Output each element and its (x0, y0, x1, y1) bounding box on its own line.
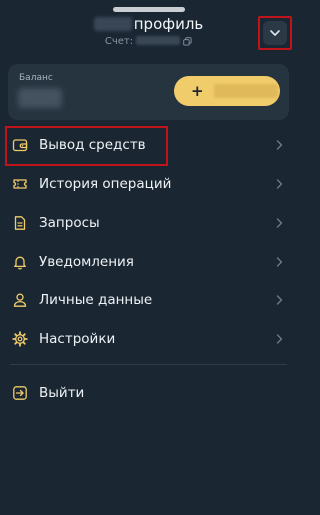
drag-handle[interactable] (113, 7, 185, 12)
logout-button[interactable]: Выйти (0, 374, 297, 412)
menu-item-label: Уведомления (39, 254, 134, 270)
account-label: Счет: (104, 36, 134, 47)
balance-amount-redacted (18, 88, 62, 108)
chevron-down-icon (263, 21, 287, 45)
chevron-right-icon (274, 140, 284, 150)
profile-title: профиль (0, 15, 297, 33)
account-line: Счет: (0, 36, 297, 49)
menu-item-notifications[interactable]: Уведомления (0, 243, 297, 281)
wallet-icon (12, 137, 28, 153)
profile-title-suffix: профиль (133, 15, 204, 33)
collapse-button[interactable] (258, 16, 292, 50)
user-icon (12, 292, 28, 308)
bell-icon (12, 254, 28, 270)
deposit-button[interactable]: + (174, 76, 280, 106)
menu-item-history[interactable]: История операций (0, 165, 297, 203)
chevron-right-icon (274, 257, 284, 267)
balance-label: Баланс (19, 73, 53, 83)
divider (10, 364, 287, 365)
logout-icon (12, 385, 28, 401)
account-number-redacted (136, 36, 181, 45)
menu-item-requests[interactable]: Запросы (0, 204, 297, 242)
menu-item-settings[interactable]: Настройки (0, 320, 297, 358)
menu-item-label: Вывод средств (39, 137, 146, 153)
menu-item-label: Запросы (39, 215, 100, 231)
menu-item-label: Личные данные (39, 292, 153, 308)
copy-icon[interactable] (183, 37, 192, 49)
ticket-icon (12, 176, 28, 192)
deposit-label-redacted (213, 84, 278, 98)
gear-icon (12, 331, 28, 347)
chevron-right-icon (274, 295, 284, 305)
logout-label: Выйти (39, 385, 85, 401)
menu-item-personal-data[interactable]: Личные данные (0, 281, 297, 319)
chevron-right-icon (274, 334, 284, 344)
chevron-right-icon (274, 218, 284, 228)
menu-item-label: Настройки (39, 331, 116, 347)
menu-item-label: История операций (39, 176, 172, 192)
document-icon (12, 215, 28, 231)
balance-card: Баланс + (8, 64, 289, 120)
plus-icon: + (191, 81, 204, 100)
chevron-right-icon (274, 179, 284, 189)
menu-item-withdraw[interactable]: Вывод средств (0, 126, 297, 166)
profile-name-redacted (93, 17, 132, 31)
